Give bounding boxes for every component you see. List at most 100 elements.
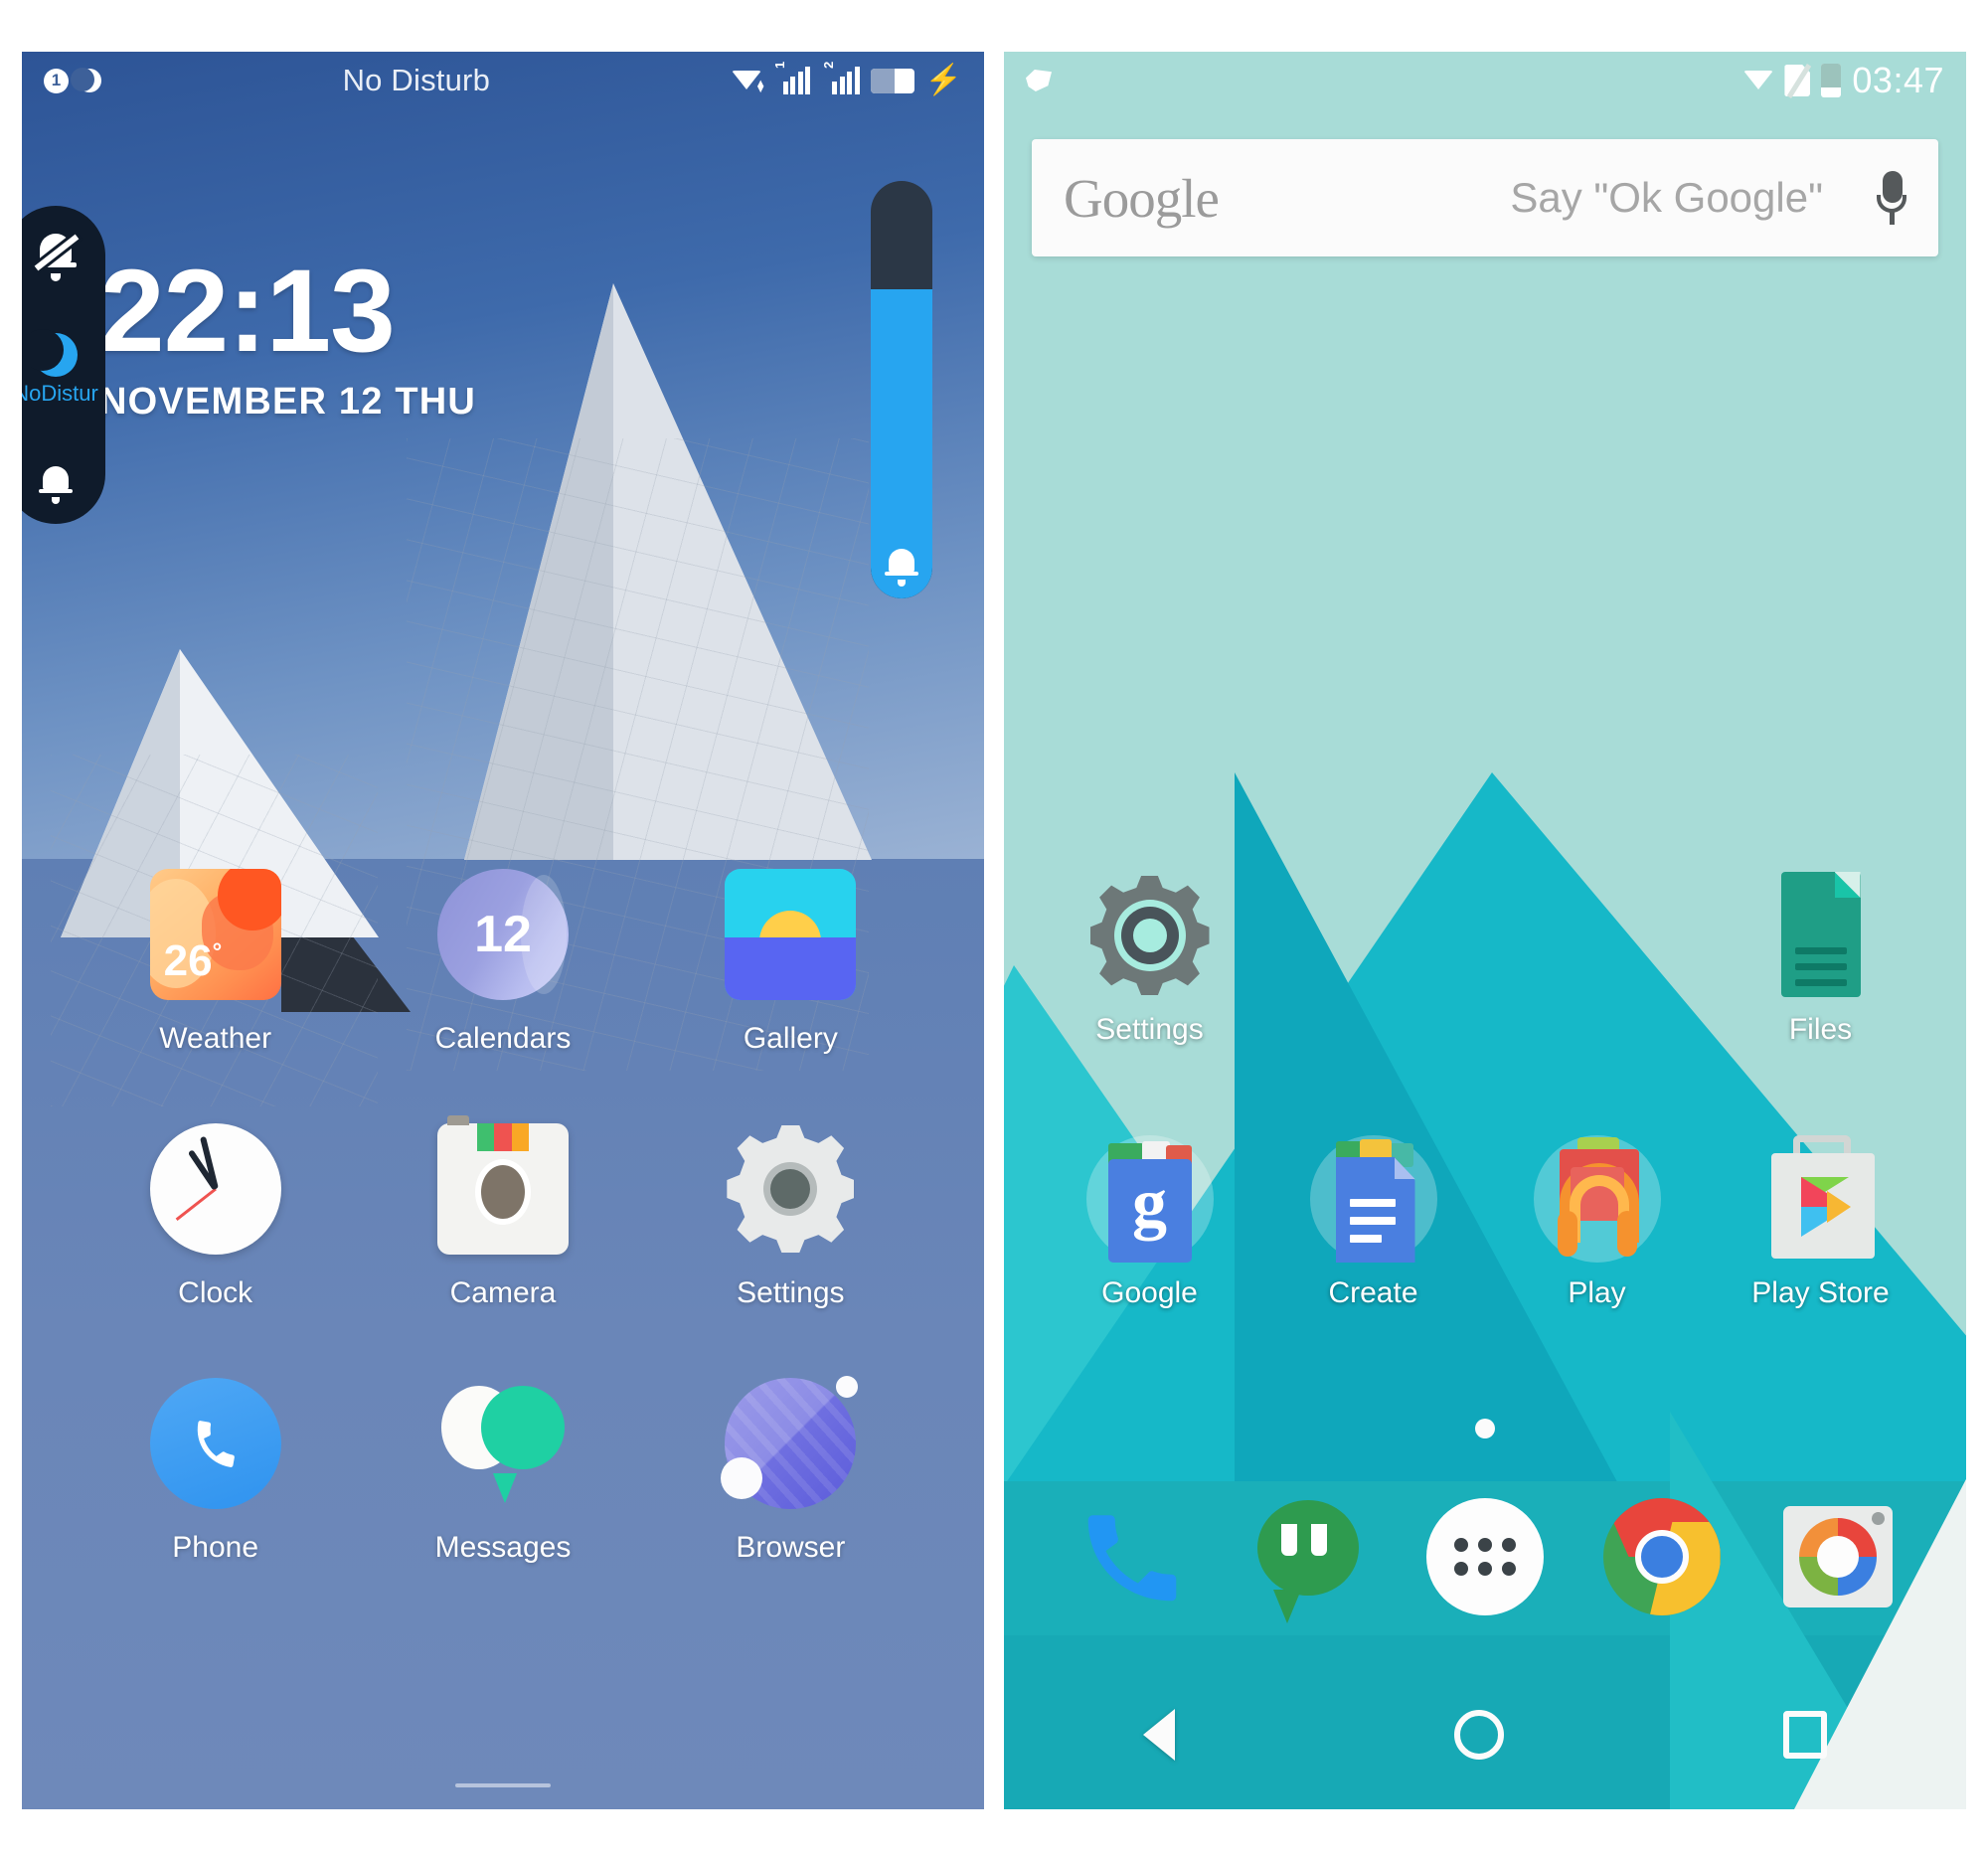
- app-settings[interactable]: Settings: [1038, 872, 1261, 1047]
- app-calendars[interactable]: 12 Calendars: [359, 869, 646, 1056]
- right-status-left-icons: [1026, 70, 1052, 91]
- right-phone-screen: 03:47 Google Say "Ok Google" Settings Fi…: [1004, 52, 1966, 1809]
- app-gallery[interactable]: Gallery: [647, 869, 934, 1056]
- google-folder-icon: g: [1085, 1135, 1214, 1263]
- charging-bolt-icon: ⚡: [924, 64, 962, 96]
- app-label: Clock: [178, 1276, 253, 1309]
- app-label: Camera: [449, 1276, 557, 1309]
- app-label: Messages: [434, 1531, 572, 1564]
- calendar-icon: 12: [436, 869, 569, 1000]
- app-phone[interactable]: Phone: [72, 1378, 359, 1565]
- home-indicator: [455, 1783, 551, 1787]
- no-sim-icon: [1784, 64, 1812, 98]
- play-folder-icon: [1533, 1135, 1661, 1263]
- app-browser[interactable]: Browser: [647, 1376, 934, 1565]
- google-logo: Google: [1064, 167, 1220, 229]
- app-label: Settings: [1095, 1013, 1204, 1046]
- app-label: Play: [1568, 1276, 1626, 1309]
- dock-item-phone[interactable]: [1044, 1498, 1221, 1615]
- clock-widget[interactable]: 22:13 NOVEMBER 12 THU: [99, 246, 476, 423]
- app-label: Google: [1101, 1276, 1198, 1309]
- dock-item-chrome[interactable]: [1574, 1498, 1750, 1615]
- play-store-icon: [1757, 1135, 1885, 1263]
- wifi-icon: [1743, 69, 1774, 92]
- messages-icon: [437, 1378, 569, 1509]
- camera-icon: [1779, 1498, 1897, 1615]
- folder-create[interactable]: Create: [1261, 1135, 1485, 1310]
- app-label: Phone: [172, 1531, 259, 1564]
- app-label: Settings: [737, 1276, 845, 1309]
- status-bar-clock: 03:47: [1852, 60, 1944, 100]
- app-label: Files: [1788, 1013, 1853, 1046]
- left-status-icons: 1: [44, 68, 101, 93]
- browser-icon: [721, 1376, 859, 1509]
- dock-item-camera[interactable]: [1749, 1498, 1926, 1615]
- clock-time: 22:13: [99, 246, 396, 377]
- app-label: Create: [1328, 1276, 1418, 1309]
- search-placeholder[interactable]: Say "Ok Google": [1219, 174, 1877, 222]
- gear-icon: [725, 1123, 856, 1255]
- left-status-bar: 1 No Disturb ▲ ▼ 1 2 ⚡: [22, 52, 984, 109]
- battery-icon: [870, 68, 914, 93]
- document-icon: [1757, 872, 1885, 999]
- status-bar-title: No Disturb: [342, 63, 491, 97]
- bell-icon: [885, 547, 918, 587]
- battery-icon: [1821, 64, 1842, 97]
- page-indicator-dot[interactable]: [1475, 1419, 1495, 1438]
- moon-icon: [22, 329, 78, 377]
- left-phone-screen: 1 No Disturb ▲ ▼ 1 2 ⚡ oDistur 22:13 NOV…: [22, 52, 984, 1809]
- dnd-label: NoDistur: [22, 381, 98, 406]
- dnd-ring-option[interactable]: [22, 464, 105, 504]
- notification-count-icon: 1: [44, 68, 69, 93]
- microphone-icon[interactable]: [1877, 171, 1906, 225]
- create-folder-icon: [1309, 1135, 1437, 1263]
- app-label: Play Store: [1751, 1276, 1890, 1309]
- bell-off-icon: [34, 230, 80, 281]
- chrome-icon: [1602, 1498, 1721, 1615]
- google-search-bar[interactable]: Google Say "Ok Google": [1032, 139, 1938, 256]
- do-not-disturb-panel[interactable]: NoDistur: [22, 206, 105, 524]
- clock-icon: [149, 1123, 281, 1255]
- grid-spacer: [1261, 872, 1485, 1047]
- hangouts-icon: [1249, 1498, 1367, 1623]
- app-label: Browser: [736, 1531, 846, 1564]
- right-app-row-1: Settings Files: [1004, 872, 1966, 1047]
- camera-icon: [436, 1115, 569, 1255]
- grid-spacer: [1485, 872, 1709, 1047]
- app-drawer-icon: [1425, 1498, 1544, 1615]
- recents-square-icon[interactable]: [1782, 1711, 1827, 1759]
- moon-icon: [71, 68, 101, 92]
- app-label: Calendars: [434, 1022, 572, 1055]
- navigation-bar: [1004, 1660, 1966, 1809]
- dock-item-app-drawer[interactable]: [1397, 1498, 1574, 1615]
- sim1-signal-icon: 1: [772, 62, 811, 94]
- bell-icon: [39, 464, 73, 504]
- home-circle-icon[interactable]: [1453, 1710, 1504, 1760]
- phone-icon: [149, 1378, 281, 1509]
- back-triangle-icon[interactable]: [1143, 1709, 1176, 1761]
- gallery-icon: [725, 869, 857, 1000]
- dnd-priority-option[interactable]: NoDistur: [22, 329, 105, 407]
- app-weather[interactable]: 26° Weather: [72, 869, 359, 1056]
- dock: [1004, 1498, 1966, 1623]
- dock-item-hangouts[interactable]: [1221, 1498, 1398, 1623]
- folder-google[interactable]: g Google: [1038, 1135, 1261, 1310]
- dnd-mute-option[interactable]: [22, 230, 105, 281]
- wifi-icon: ▲ ▼: [731, 69, 766, 95]
- gear-icon: [1086, 872, 1214, 999]
- app-label: Weather: [159, 1022, 272, 1055]
- folder-play[interactable]: Play: [1485, 1135, 1709, 1310]
- app-files[interactable]: Files: [1709, 872, 1932, 1047]
- app-camera[interactable]: Camera: [359, 1115, 646, 1310]
- left-app-grid: 26° Weather 12 Calendars Gallery Clock C…: [22, 869, 984, 1565]
- notification-icon: [1026, 70, 1052, 91]
- phone-icon: [1074, 1498, 1191, 1615]
- volume-slider[interactable]: [871, 181, 932, 598]
- right-status-icons: ▲ ▼ 1 2 ⚡: [731, 62, 962, 96]
- sim2-signal-icon: 2: [821, 62, 860, 94]
- app-clock[interactable]: Clock: [72, 1123, 359, 1310]
- app-play-store[interactable]: Play Store: [1709, 1135, 1932, 1310]
- volume-slider-fill: [871, 289, 932, 598]
- app-settings[interactable]: Settings: [647, 1123, 934, 1310]
- app-messages[interactable]: Messages: [359, 1378, 646, 1565]
